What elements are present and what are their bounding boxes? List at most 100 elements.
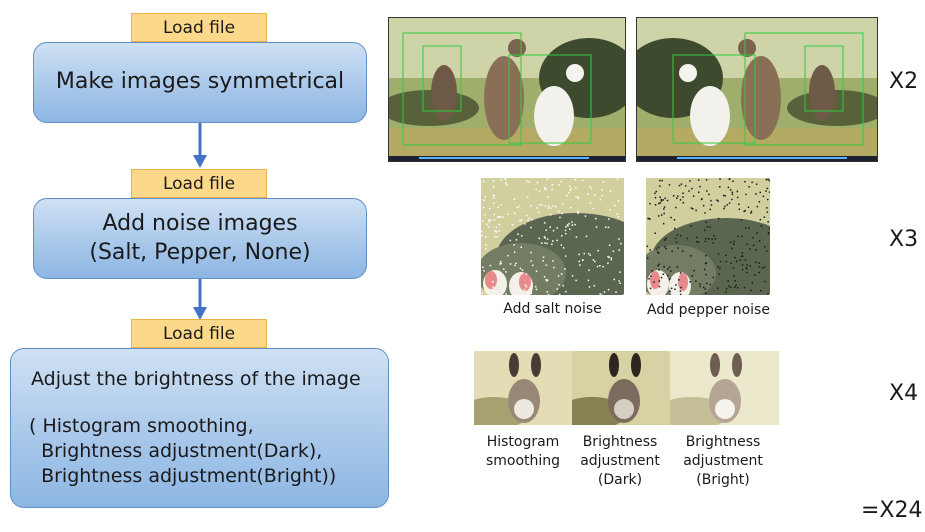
- noise-speck: [579, 264, 581, 266]
- noise-speck: [560, 273, 563, 275]
- noise-speck: [657, 251, 659, 253]
- noise-speck: [660, 276, 663, 279]
- noise-speck: [695, 209, 697, 212]
- noise-speck: [561, 235, 563, 237]
- noise-speck: [689, 281, 691, 283]
- noise-speck: [703, 286, 705, 289]
- noise-speck: [768, 232, 770, 235]
- noise-speck: [588, 269, 590, 271]
- noise-speck: [564, 255, 567, 257]
- noise-speck: [695, 280, 697, 282]
- noise-speck: [521, 235, 523, 237]
- noise-speck: [691, 187, 693, 190]
- noise-speck: [744, 180, 746, 183]
- noise-speck: [766, 207, 768, 209]
- kangaroo-image-flipped: [636, 17, 878, 162]
- noise-speck: [609, 190, 612, 192]
- noise-speck: [734, 280, 736, 282]
- noise-speck: [719, 267, 721, 270]
- noise-speck: [738, 208, 741, 210]
- noise-speck: [658, 280, 661, 282]
- noise-speck: [738, 203, 740, 205]
- noise-speck: [589, 185, 591, 188]
- noise-speck: [654, 232, 656, 234]
- noise-speck: [513, 251, 516, 253]
- noise-speck: [734, 286, 736, 288]
- noise-speck: [587, 279, 590, 282]
- noise-speck: [589, 254, 591, 256]
- noise-speck: [675, 284, 677, 286]
- noise-speck: [718, 273, 720, 275]
- noise-speck: [732, 243, 735, 245]
- noise-speck: [692, 208, 694, 210]
- noise-speck: [674, 227, 676, 230]
- noise-speck: [763, 266, 766, 268]
- noise-speck: [658, 285, 661, 288]
- noise-speck: [530, 226, 532, 229]
- noise-speck: [569, 185, 571, 187]
- noise-speck: [726, 204, 729, 206]
- step-text: Brightness adjustment(Dark),: [29, 440, 323, 462]
- noise-speck: [710, 199, 712, 202]
- noise-speck: [705, 221, 707, 223]
- noise-speck: [495, 231, 498, 233]
- noise-speck: [710, 204, 713, 206]
- noise-speck: [575, 187, 577, 189]
- noise-speck: [483, 199, 486, 201]
- caption-line: Brightness: [685, 434, 761, 450]
- noise-speck: [494, 235, 496, 238]
- caption-line: adjustment: [580, 452, 660, 469]
- noise-speck: [723, 207, 725, 210]
- noise-speck: [711, 238, 713, 240]
- noise-speck: [660, 214, 663, 216]
- noise-speck: [545, 279, 547, 281]
- noise-speck: [555, 205, 557, 208]
- salt-noise-image: [481, 178, 624, 295]
- noise-speck: [619, 282, 621, 284]
- caption-line: Brightness: [582, 434, 658, 450]
- noise-speck: [552, 260, 554, 262]
- noise-speck: [768, 191, 770, 193]
- noise-speck: [526, 196, 529, 199]
- noise-speck: [618, 249, 620, 251]
- noise-speck: [482, 220, 484, 222]
- noise-speck: [674, 288, 676, 290]
- noise-speck: [546, 178, 549, 180]
- noise-speck: [675, 241, 678, 244]
- noise-speck: [659, 196, 661, 198]
- noise-speck: [511, 224, 514, 226]
- noise-speck: [746, 264, 748, 266]
- noise-speck: [756, 232, 758, 234]
- load-file-tag-1: Load file: [131, 13, 267, 42]
- noise-speck: [578, 260, 580, 263]
- noise-speck: [762, 195, 765, 198]
- noise-speck: [558, 284, 560, 286]
- noise-speck: [568, 191, 570, 194]
- noise-speck: [483, 180, 485, 183]
- noise-speck: [763, 216, 766, 218]
- noise-speck: [603, 291, 606, 293]
- noise-speck: [665, 248, 667, 250]
- noise-speck: [519, 267, 522, 270]
- noise-speck: [618, 238, 620, 240]
- noise-speck: [549, 226, 551, 228]
- noise-speck: [760, 225, 763, 227]
- noise-speck: [571, 221, 573, 223]
- multiplier-x4: X4: [889, 381, 919, 406]
- noise-speck: [674, 237, 677, 240]
- noise-speck: [541, 204, 543, 206]
- noise-speck: [657, 247, 660, 249]
- multiplier-x3: X3: [889, 227, 919, 252]
- noise-speck: [530, 205, 532, 207]
- noise-speck: [702, 204, 705, 207]
- noise-speck: [493, 293, 496, 295]
- noise-speck: [766, 198, 769, 201]
- noise-speck: [544, 186, 546, 189]
- noise-speck: [680, 286, 682, 289]
- noise-speck: [663, 239, 666, 241]
- noise-speck: [494, 230, 496, 232]
- noise-speck: [706, 282, 708, 285]
- noise-speck: [571, 224, 574, 226]
- noise-speck: [607, 255, 609, 258]
- noise-speck: [766, 250, 768, 252]
